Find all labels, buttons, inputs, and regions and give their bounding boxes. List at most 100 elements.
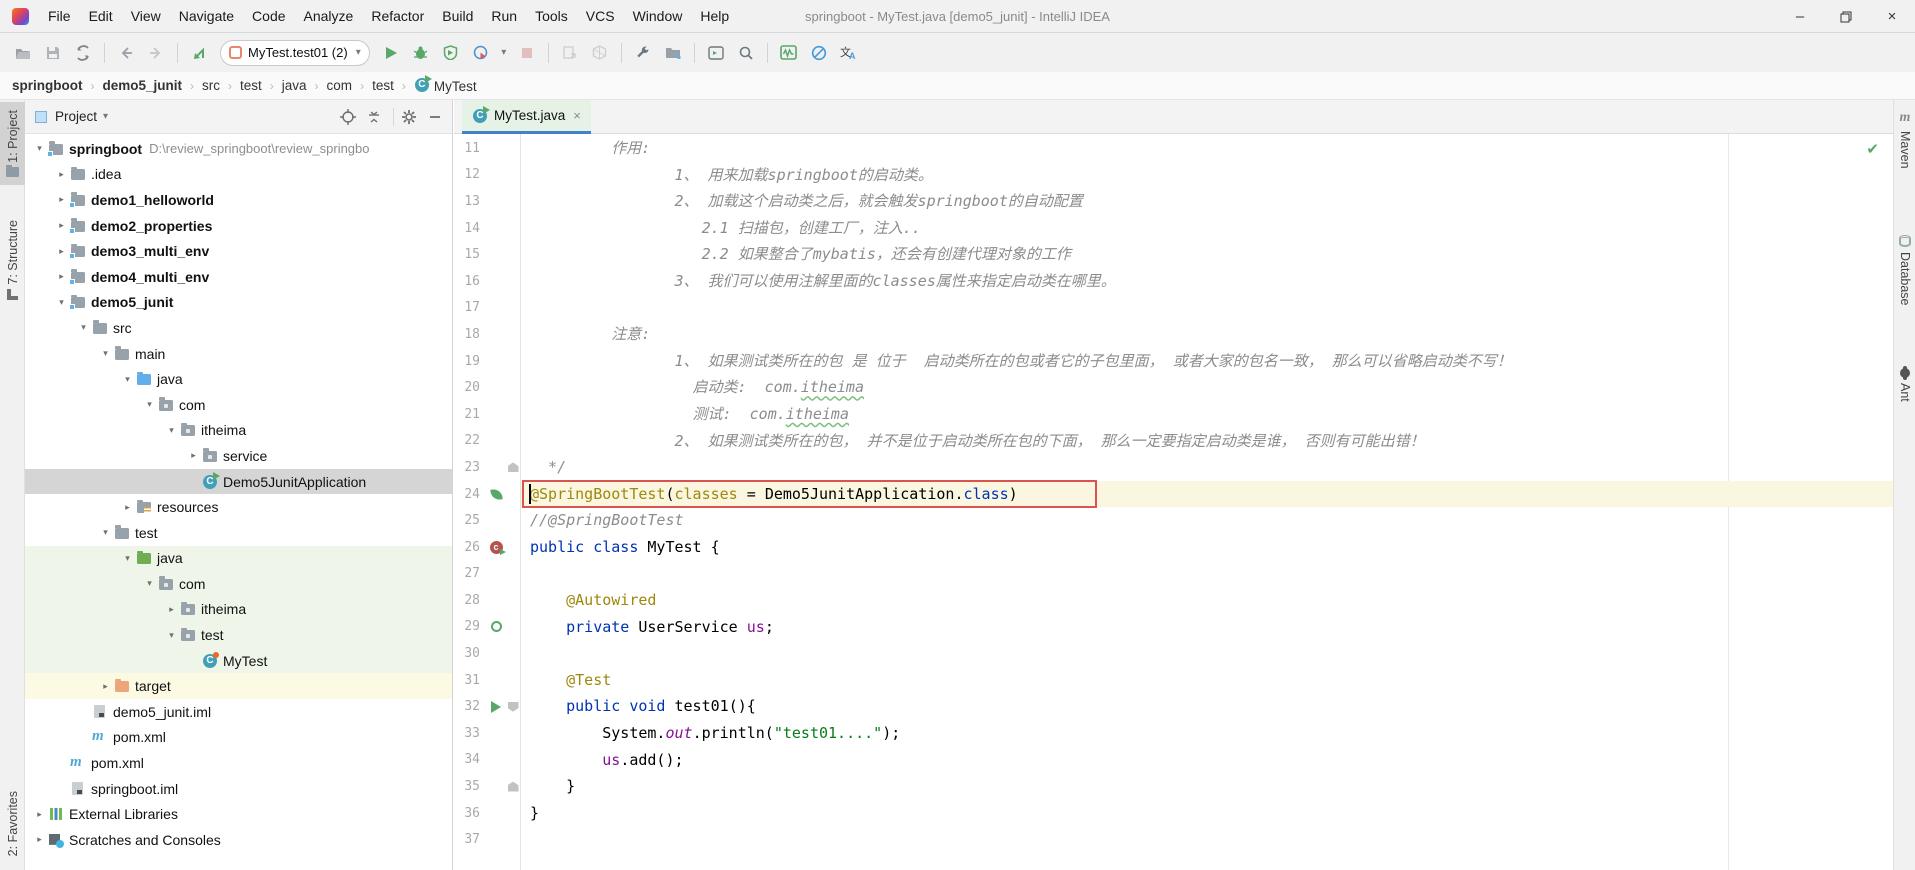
- code-line-23[interactable]: 23 */: [454, 454, 1893, 481]
- fold-marker-icon[interactable]: [506, 702, 520, 712]
- fold-marker-icon[interactable]: [506, 462, 520, 472]
- breadcrumb-item-demo5_junit[interactable]: demo5_junit: [101, 78, 185, 93]
- tree-item-demo5_junit[interactable]: ▾demo5_junit: [25, 290, 453, 316]
- menu-run[interactable]: Run: [482, 0, 526, 33]
- tree-item-springboot.iml[interactable]: springboot.iml: [25, 776, 453, 802]
- code-line-35[interactable]: 35 }: [454, 773, 1893, 800]
- tree-item-com[interactable]: ▾com: [25, 571, 453, 597]
- coverage-icon[interactable]: [438, 40, 464, 66]
- code-line-30[interactable]: 30: [454, 640, 1893, 667]
- tree-item-target[interactable]: ▸target: [25, 673, 453, 699]
- bean-gutter-icon[interactable]: [486, 621, 506, 632]
- wrench-icon[interactable]: [630, 40, 656, 66]
- close-icon[interactable]: ×: [1869, 0, 1915, 33]
- code-line-25[interactable]: 25//@SpringBootTest: [454, 507, 1893, 534]
- run-icon[interactable]: [378, 40, 404, 66]
- tree-item-demo2_properties[interactable]: ▸demo2_properties: [25, 213, 453, 239]
- tree-item-.idea[interactable]: ▸.idea: [25, 162, 453, 188]
- minimize-icon[interactable]: –: [1777, 0, 1823, 33]
- code-line-36[interactable]: 36}: [454, 800, 1893, 827]
- code-line-31[interactable]: 31 @Test: [454, 667, 1893, 694]
- chevron-expanded-icon[interactable]: ▾: [141, 578, 158, 589]
- open-icon[interactable]: [10, 40, 36, 66]
- tool-button-database[interactable]: Database: [1894, 235, 1915, 306]
- chevron-collapsed-icon[interactable]: ▸: [53, 169, 70, 180]
- tab-mytest-java[interactable]: C MyTest.java ×: [462, 100, 591, 134]
- tool-button-maven[interactable]: m Maven: [1894, 110, 1915, 169]
- tree-item-java[interactable]: ▾java: [25, 366, 453, 392]
- breadcrumb-item-com[interactable]: com: [325, 78, 355, 93]
- code-line-11[interactable]: 11 作用:: [454, 135, 1893, 162]
- menu-window[interactable]: Window: [624, 0, 692, 33]
- wave-plugin-icon[interactable]: [776, 40, 802, 66]
- tree-item-Scratches and Consoles[interactable]: ▸Scratches and Consoles: [25, 827, 453, 853]
- code-line-12[interactable]: 12 1、 用来加载springboot的启动类。: [454, 162, 1893, 189]
- tree-item-demo3_multi_env[interactable]: ▸demo3_multi_env: [25, 238, 453, 264]
- chevron-collapsed-icon[interactable]: ▸: [53, 271, 70, 282]
- chevron-expanded-icon[interactable]: ▾: [141, 399, 158, 410]
- back-icon[interactable]: [113, 40, 139, 66]
- tree-item-src[interactable]: ▾src: [25, 315, 453, 341]
- save-all-icon[interactable]: [40, 40, 66, 66]
- tree-item-itheima[interactable]: ▾itheima: [25, 418, 453, 444]
- run-config-combo[interactable]: MyTest.test01 (2) ▾: [220, 40, 370, 66]
- code-line-16[interactable]: 16 3、 我们可以使用注解里面的classes属性来指定启动类在哪里。: [454, 268, 1893, 295]
- chevron-expanded-icon[interactable]: ▾: [31, 143, 48, 154]
- translate-plugin-icon[interactable]: 文A: [836, 40, 862, 66]
- chevron-collapsed-icon[interactable]: ▸: [31, 809, 48, 820]
- breadcrumb-item-src[interactable]: src: [200, 78, 222, 93]
- chevron-collapsed-icon[interactable]: ▸: [31, 834, 48, 845]
- code-editor[interactable]: 11 作用:12 1、 用来加载springboot的启动类。13 2、 加载这…: [454, 134, 1893, 870]
- tree-item-springboot[interactable]: ▾springbootD:\review_springboot\review_s…: [25, 136, 453, 162]
- tree-item-External Libraries[interactable]: ▸External Libraries: [25, 801, 453, 827]
- forward-icon[interactable]: [143, 40, 169, 66]
- code-line-21[interactable]: 21 测试: com.itheima: [454, 401, 1893, 428]
- code-line-32[interactable]: 32 public void test01(){: [454, 693, 1893, 720]
- tree-item-MyTest[interactable]: CMyTest: [25, 648, 453, 674]
- chevron-expanded-icon[interactable]: ▾: [163, 425, 180, 436]
- menu-refactor[interactable]: Refactor: [362, 0, 433, 33]
- code-line-26[interactable]: 26cpublic class MyTest {: [454, 534, 1893, 561]
- tool-button-favorites[interactable]: 2: Favorites: [0, 783, 25, 864]
- locate-icon[interactable]: [337, 106, 359, 128]
- menu-navigate[interactable]: Navigate: [170, 0, 243, 33]
- synchronize-icon[interactable]: [70, 40, 96, 66]
- tree-item-com[interactable]: ▾com: [25, 392, 453, 418]
- project-structure-icon[interactable]: [660, 40, 686, 66]
- tool-button-structure[interactable]: 7: Structure: [0, 212, 25, 308]
- code-line-37[interactable]: 37: [454, 826, 1893, 853]
- breadcrumb-item-java[interactable]: java: [280, 78, 309, 93]
- chevron-expanded-icon[interactable]: ▾: [119, 374, 136, 385]
- menu-help[interactable]: Help: [691, 0, 738, 33]
- reload-project-icon[interactable]: [186, 40, 212, 66]
- tree-item-itheima[interactable]: ▸itheima: [25, 597, 453, 623]
- code-line-27[interactable]: 27: [454, 561, 1893, 588]
- code-line-33[interactable]: 33 System.out.println("test01....");: [454, 720, 1893, 747]
- tree-item-service[interactable]: ▸service: [25, 443, 453, 469]
- code-line-17[interactable]: 17: [454, 295, 1893, 322]
- menu-code[interactable]: Code: [243, 0, 294, 33]
- hide-panel-icon[interactable]: [424, 106, 446, 128]
- tree-item-demo1_helloworld[interactable]: ▸demo1_helloworld: [25, 187, 453, 213]
- tool-button-project[interactable]: 1: Project: [0, 102, 25, 185]
- debug-icon[interactable]: [408, 40, 434, 66]
- chevron-collapsed-icon[interactable]: ▸: [185, 450, 202, 461]
- tree-item-Demo5JunitApplication[interactable]: CDemo5JunitApplication: [25, 469, 453, 495]
- profiler-chevron-icon[interactable]: ▾: [498, 40, 510, 66]
- chevron-collapsed-icon[interactable]: ▸: [97, 681, 114, 692]
- menu-vcs[interactable]: VCS: [577, 0, 624, 33]
- block-plugin-icon[interactable]: [806, 40, 832, 66]
- tree-item-pom.xml[interactable]: mpom.xml: [25, 725, 453, 751]
- menu-view[interactable]: View: [122, 0, 170, 33]
- code-line-14[interactable]: 14 2.1 扫描包，创建工厂，注入..: [454, 215, 1893, 242]
- chevron-expanded-icon[interactable]: ▾: [97, 527, 114, 538]
- tree-item-demo5_junit.iml[interactable]: demo5_junit.iml: [25, 699, 453, 725]
- chevron-collapsed-icon[interactable]: ▸: [119, 502, 136, 513]
- breadcrumb-item-MyTest[interactable]: CMyTest: [412, 77, 479, 94]
- leaf-gutter-icon[interactable]: [486, 489, 506, 500]
- tree-item-demo4_multi_env[interactable]: ▸demo4_multi_env: [25, 264, 453, 290]
- attach-debugger-icon[interactable]: [557, 40, 583, 66]
- profiler-icon[interactable]: [468, 40, 494, 66]
- tree-item-test[interactable]: ▾test: [25, 520, 453, 546]
- code-line-34[interactable]: 34 us.add();: [454, 747, 1893, 774]
